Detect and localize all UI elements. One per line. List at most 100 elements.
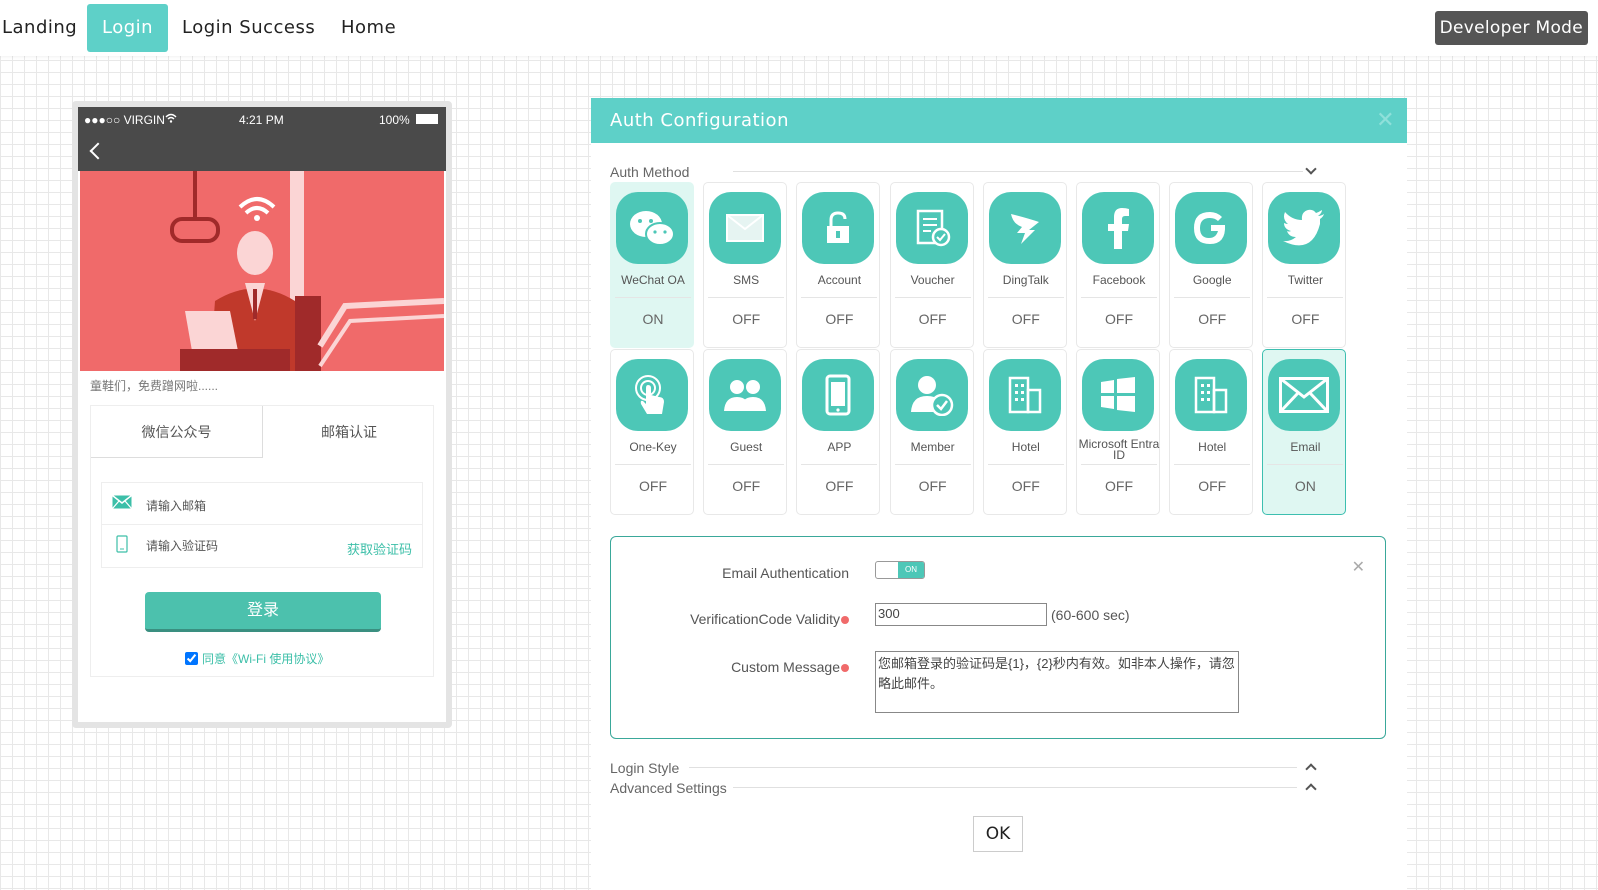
tab-landing[interactable]: Landing	[2, 4, 77, 52]
validity-unit: (60-600 sec)	[1051, 607, 1130, 623]
divider	[801, 297, 878, 298]
divider	[615, 297, 691, 298]
guest-icon	[709, 359, 782, 431]
panel-title: Auth Configuration	[610, 110, 789, 131]
windows-icon	[1082, 359, 1154, 431]
hotel-icon	[988, 359, 1061, 431]
method-name: WeChat OA	[621, 273, 685, 287]
battery-label: 100%	[379, 113, 410, 127]
member-icon	[895, 359, 968, 431]
one-key-icon	[616, 359, 688, 431]
tab-login[interactable]: Login	[87, 4, 169, 52]
divider	[689, 767, 1297, 768]
divider	[708, 464, 785, 465]
auth-method-hotel[interactable]: Hotel OFF	[982, 349, 1067, 515]
info-icon	[841, 664, 849, 672]
tab-email-auth[interactable]: 邮箱认证	[263, 406, 435, 458]
mobile-icon	[116, 535, 128, 556]
tab-wechat-oa[interactable]: 微信公众号	[91, 406, 263, 458]
auth-method-one-key[interactable]: One-Key OFF	[610, 349, 694, 515]
divider	[1081, 297, 1157, 298]
auth-method-dingtalk[interactable]: DingTalk OFF	[982, 182, 1067, 348]
carrier-label: ●●●○○ VIRGIN	[84, 113, 165, 127]
login-fields: 请输入邮箱 请输入验证码 获取验证码	[101, 482, 423, 568]
time-label: 4:21 PM	[239, 113, 284, 127]
phone-status-bar: ●●●○○ VIRGIN 4:21 PM 100%	[78, 107, 446, 133]
phone-nav-bar	[78, 133, 446, 171]
method-state: OFF	[1198, 311, 1227, 327]
chevron-down-icon[interactable]	[1305, 163, 1317, 175]
method-state: OFF	[825, 311, 854, 327]
chevron-up-icon[interactable]	[1305, 763, 1317, 775]
auth-method-member[interactable]: Member OFF	[889, 349, 974, 515]
method-name: Hotel	[1198, 440, 1227, 454]
close-icon[interactable]: ✕	[1352, 557, 1365, 577]
method-state: OFF	[918, 311, 947, 327]
method-state: OFF	[1011, 478, 1040, 494]
divider	[894, 464, 971, 465]
method-name: APP	[827, 440, 852, 454]
panel-header: Auth Configuration ✕	[591, 98, 1407, 143]
developer-mode-button[interactable]: Developer Mode	[1434, 11, 1588, 45]
divider	[1267, 297, 1344, 298]
agreement: 同意《Wi-Fi 使用协议》	[185, 650, 329, 667]
back-icon[interactable]	[89, 142, 107, 160]
top-nav: Landing Login Login Success Home Develop…	[0, 0, 1598, 56]
section-advanced-settings[interactable]: Advanced Settings	[610, 780, 727, 796]
auth-configuration-panel: Auth Configuration ✕ Auth Method WeChat …	[591, 98, 1407, 890]
custom-message-textarea[interactable]: 您邮箱登录的验证码是{1}，{2}秒内有效。如非本人操作，请忽略此邮件。	[875, 651, 1239, 713]
agreement-text[interactable]: 同意《Wi-Fi 使用协议》	[202, 652, 329, 666]
divider	[1267, 464, 1344, 465]
auth-method-account[interactable]: Account OFF	[796, 182, 881, 348]
method-state: ON	[1294, 478, 1316, 494]
auth-method-wechat-oa[interactable]: WeChat OA ON	[610, 182, 694, 348]
section-auth-method[interactable]: Auth Method	[610, 164, 689, 180]
login-button[interactable]: 登录	[145, 592, 381, 632]
auth-method-hotel[interactable]: Hotel OFF	[1169, 349, 1254, 515]
section-login-style[interactable]: Login Style	[610, 760, 679, 776]
divider	[1174, 297, 1251, 298]
method-state: OFF	[1198, 478, 1227, 494]
method-name: DingTalk	[1002, 273, 1049, 287]
code-field[interactable]: 请输入验证码 获取验证码	[102, 523, 422, 565]
chevron-up-icon[interactable]	[1305, 783, 1317, 795]
auth-method-twitter[interactable]: Twitter OFF	[1262, 182, 1347, 348]
validity-input[interactable]: 300	[875, 603, 1047, 626]
email-field[interactable]: 请输入邮箱	[102, 483, 422, 525]
close-icon[interactable]: ✕	[1376, 98, 1395, 143]
auth-method-voucher[interactable]: Voucher OFF	[889, 182, 974, 348]
tab-login-success[interactable]: Login Success	[182, 4, 315, 52]
divider	[733, 787, 1297, 788]
email-auth-toggle[interactable]: ON	[875, 561, 925, 579]
divider	[615, 464, 691, 465]
method-state: OFF	[1105, 478, 1133, 494]
divider	[1174, 464, 1251, 465]
method-name: Twitter	[1287, 273, 1324, 287]
divider	[801, 464, 878, 465]
divider	[1081, 464, 1157, 465]
auth-method-microsoft-entra-id[interactable]: Microsoft Entra ID OFF	[1076, 349, 1160, 515]
ok-button[interactable]: OK	[973, 816, 1023, 852]
get-code-link[interactable]: 获取验证码	[347, 539, 412, 558]
banner-image	[80, 171, 444, 371]
wifi-icon	[165, 112, 177, 126]
auth-method-app[interactable]: APP OFF	[796, 349, 881, 515]
auth-method-guest[interactable]: Guest OFF	[703, 349, 788, 515]
method-state: OFF	[918, 478, 947, 494]
method-state: ON	[642, 311, 664, 327]
auth-method-email[interactable]: Email ON	[1262, 349, 1347, 515]
phone-icon	[802, 359, 875, 431]
twitter-icon	[1268, 192, 1341, 264]
sms-icon	[709, 192, 782, 264]
method-name: SMS	[733, 273, 760, 287]
banner-caption: 童鞋们，免费蹭网啦......	[90, 379, 219, 393]
validity-label: VerificationCode Validity	[690, 611, 849, 627]
tab-home[interactable]: Home	[341, 4, 396, 52]
auth-method-facebook[interactable]: Facebook OFF	[1076, 182, 1160, 348]
auth-method-sms[interactable]: SMS OFF	[703, 182, 788, 348]
method-name: Microsoft Entra ID	[1078, 437, 1160, 462]
info-icon	[841, 616, 849, 624]
auth-method-google[interactable]: Google OFF	[1169, 182, 1254, 348]
code-placeholder: 请输入验证码	[146, 539, 219, 553]
agreement-checkbox[interactable]	[185, 652, 198, 665]
